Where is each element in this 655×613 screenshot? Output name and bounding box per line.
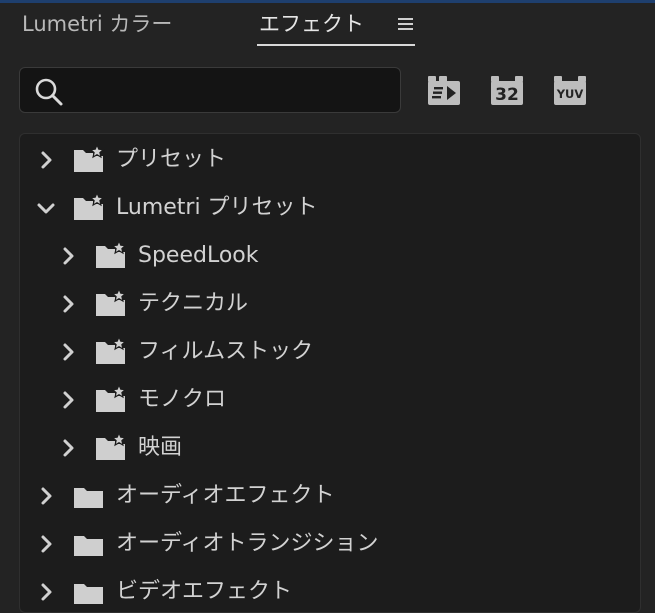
tree-item-presets[interactable]: プリセット bbox=[20, 136, 640, 184]
tree-item-label: ビデオエフェクト bbox=[116, 579, 293, 604]
tab-effects[interactable]: エフェクト bbox=[259, 10, 364, 38]
folder-icon bbox=[74, 536, 103, 556]
chevron-right-icon[interactable] bbox=[58, 342, 78, 362]
preset-folder-icon bbox=[96, 433, 127, 460]
tree-item-label: プリセット bbox=[116, 147, 227, 172]
panel-tab-bar: Lumetri カラー エフェクト bbox=[0, 0, 655, 50]
yuv-icon: YUV bbox=[554, 76, 586, 105]
tree-item-audio-transitions[interactable]: オーディオトランジション bbox=[20, 520, 640, 568]
tree-item-label: フィルムストック bbox=[138, 339, 314, 364]
active-tab-indicator bbox=[257, 44, 415, 46]
preset-folder-icon bbox=[96, 289, 127, 316]
tree-item-label: オーディオエフェクト bbox=[116, 483, 335, 508]
yuv-filter-button[interactable]: YUV bbox=[553, 76, 587, 106]
preset-folder-icon bbox=[74, 193, 105, 220]
chevron-right-icon[interactable] bbox=[36, 486, 56, 506]
chevron-right-icon[interactable] bbox=[58, 246, 78, 266]
tree-item-label: Lumetri プリセット bbox=[116, 195, 318, 220]
tree-item-label: テクニカル bbox=[138, 291, 249, 316]
chevron-right-icon[interactable] bbox=[36, 582, 56, 602]
preset-folder-icon bbox=[96, 241, 127, 268]
accelerated-effects-filter-button[interactable] bbox=[427, 76, 461, 106]
chevron-right-icon[interactable] bbox=[58, 390, 78, 410]
tree-item-cinematic[interactable]: 映画 bbox=[20, 424, 640, 472]
tree-item-label: SpeedLook bbox=[138, 243, 259, 268]
tree-item-monochrome[interactable]: モノクロ bbox=[20, 376, 640, 424]
tree-item-audio-effects[interactable]: オーディオエフェクト bbox=[20, 472, 640, 520]
32bit-filter-button[interactable]: 32 bbox=[490, 76, 524, 106]
preset-folder-icon bbox=[96, 385, 127, 412]
tree-item-lumetri-presets[interactable]: Lumetri プリセット bbox=[20, 184, 640, 232]
effects-tree: プリセット Lumetri プリセット SpeedLook テクニカル フィルム… bbox=[19, 133, 641, 613]
panel-menu-icon[interactable] bbox=[398, 18, 413, 31]
32bit-icon: 32 bbox=[491, 76, 523, 105]
yuv-label: YUV bbox=[556, 87, 584, 101]
tree-item-label: オーディオトランジション bbox=[116, 531, 379, 556]
tab-lumetri-color[interactable]: Lumetri カラー bbox=[22, 10, 172, 38]
tree-item-label: モノクロ bbox=[138, 387, 227, 412]
chevron-right-icon[interactable] bbox=[36, 150, 56, 170]
chevron-right-icon[interactable] bbox=[58, 438, 78, 458]
search-icon bbox=[35, 78, 63, 106]
folder-icon bbox=[74, 488, 103, 508]
chevron-right-icon[interactable] bbox=[58, 294, 78, 314]
tree-item-label: 映画 bbox=[138, 435, 183, 460]
preset-folder-icon bbox=[96, 337, 127, 364]
chevron-down-icon[interactable] bbox=[36, 198, 56, 218]
search-box[interactable] bbox=[19, 67, 401, 113]
tree-item-video-effects[interactable]: ビデオエフェクト bbox=[20, 568, 640, 612]
preset-folder-icon bbox=[74, 145, 105, 172]
tree-item-speedlook[interactable]: SpeedLook bbox=[20, 232, 640, 280]
tree-item-technical[interactable]: テクニカル bbox=[20, 280, 640, 328]
tree-item-film-stock[interactable]: フィルムストック bbox=[20, 328, 640, 376]
32bit-label: 32 bbox=[495, 85, 519, 105]
search-input[interactable] bbox=[74, 74, 396, 108]
chevron-right-icon[interactable] bbox=[36, 534, 56, 554]
accelerated-effects-icon bbox=[428, 76, 460, 105]
